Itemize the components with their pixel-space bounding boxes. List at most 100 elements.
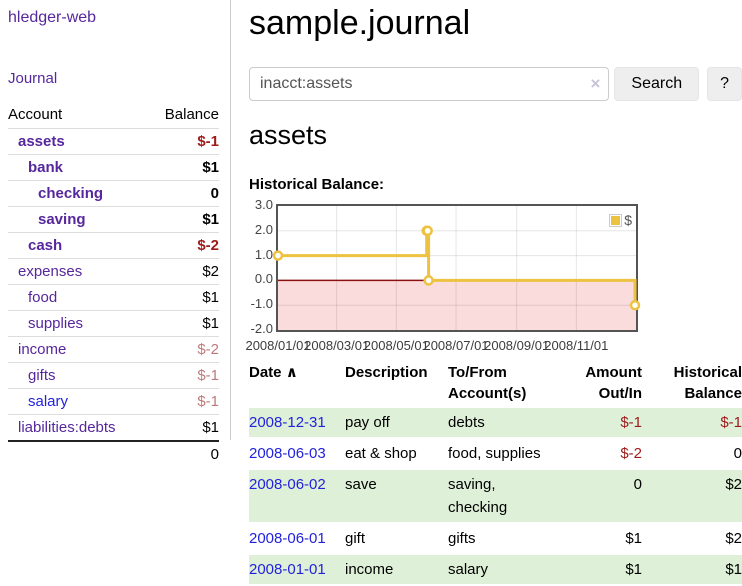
transaction-date-link[interactable]: 2008-06-03 — [249, 445, 326, 462]
register-header-balance: Historical Balance — [642, 360, 742, 406]
account-row: supplies $1 — [8, 311, 219, 337]
account-link[interactable]: bank — [28, 159, 63, 176]
transaction-amount: 0 — [558, 470, 642, 522]
x-axis-tick-label: 2008/03/01 — [304, 338, 369, 353]
account-link[interactable]: salary — [28, 393, 68, 410]
account-link[interactable]: cash — [28, 237, 62, 254]
transaction-description: income — [345, 555, 448, 584]
historical-balance-chart: $ 3.02.01.00.0-1.0-2.02008/01/012008/03/… — [249, 202, 742, 354]
x-axis-tick-label: 2008/01/01 — [245, 338, 310, 353]
account-link[interactable]: expenses — [18, 263, 82, 280]
chart-canvas — [278, 206, 636, 330]
register-row: 2008-12-31pay offdebts$-1$-1 — [249, 408, 742, 437]
register-header-date[interactable]: Date ∧ — [249, 360, 345, 406]
search-form: × Search ? — [249, 67, 742, 101]
account-link[interactable]: liabilities:debts — [18, 419, 116, 436]
transaction-date-link[interactable]: 2008-01-01 — [249, 561, 326, 578]
chart-label: Historical Balance: — [249, 176, 742, 193]
transaction-balance: 0 — [642, 439, 742, 468]
y-axis-tick-label: 3.0 — [249, 197, 273, 212]
account-row: gifts $-1 — [8, 363, 219, 389]
accounts-header-account: Account — [8, 102, 148, 129]
transaction-balance: $2 — [642, 524, 742, 553]
transaction-accounts: debts — [448, 408, 558, 437]
account-balance: $1 — [148, 311, 219, 337]
y-axis-tick-label: 2.0 — [249, 222, 273, 237]
accounts-header-balance: Balance — [148, 102, 219, 129]
transaction-amount: $1 — [558, 555, 642, 584]
register-row: 2008-06-01 giftgifts$1$2 — [249, 524, 742, 553]
transaction-balance: $2 — [642, 470, 742, 522]
y-axis-tick-label: -1.0 — [249, 296, 273, 311]
transaction-description: save — [345, 470, 448, 522]
accounts-total-row: 0 — [8, 441, 219, 467]
chart-plot-area: $ — [276, 204, 638, 332]
x-axis-tick-label: 2008/09/01 — [484, 338, 549, 353]
accounts-table: Account Balance assets $-1 bank $1 checking 0… — [8, 102, 219, 467]
register-header-amount: Amount Out/In — [558, 360, 642, 406]
y-axis-tick-label: -2.0 — [249, 321, 273, 336]
legend-swatch-icon — [609, 214, 622, 227]
account-balance: 0 — [148, 181, 219, 207]
account-row: food$1 — [8, 285, 219, 311]
account-row: income $-2 — [8, 337, 219, 363]
sidebar-item-journal[interactable]: Journal — [8, 70, 230, 87]
account-balance: $1 — [148, 155, 219, 181]
account-balance: $-1 — [148, 129, 219, 155]
search-button[interactable]: Search — [614, 67, 699, 101]
transaction-date-link[interactable]: 2008-06-01 — [249, 530, 326, 547]
transaction-amount: $-2 — [558, 439, 642, 468]
transaction-amount: $1 — [558, 524, 642, 553]
account-link[interactable]: assets — [18, 133, 65, 150]
transaction-date-link[interactable]: 2008-06-02 — [249, 476, 326, 493]
account-balance: $-2 — [148, 337, 219, 363]
transaction-description: pay off — [345, 408, 448, 437]
account-row: bank $1 — [8, 155, 219, 181]
transaction-accounts: salary — [448, 555, 558, 584]
main-content: sample.journal × Search ? assets Histori… — [249, 0, 742, 586]
chart-legend: $ — [609, 212, 632, 228]
account-balance: $2 — [148, 259, 219, 285]
transaction-balance: $-1 — [642, 408, 742, 437]
accounts-total-balance: 0 — [148, 441, 219, 467]
account-row: expenses $2 — [8, 259, 219, 285]
account-row: assets $-1 — [8, 129, 219, 155]
transaction-description: gift — [345, 524, 448, 553]
account-row: saving$1 — [8, 207, 219, 233]
y-axis-tick-label: 0.0 — [249, 271, 273, 286]
app-title-link[interactable]: hledger-web — [8, 9, 96, 27]
transaction-date-link[interactable]: 2008-12-31 — [249, 414, 326, 431]
sort-ascending-icon: ∧ — [286, 364, 298, 381]
page-title: sample.journal — [249, 4, 742, 43]
account-link[interactable]: supplies — [28, 315, 83, 332]
account-link[interactable]: checking — [38, 185, 103, 202]
account-balance: $-1 — [148, 363, 219, 389]
account-balance: $1 — [148, 415, 219, 442]
x-axis-tick-label: 2008/11/01 — [544, 338, 608, 353]
account-row: checking 0 — [8, 181, 219, 207]
account-balance: $-2 — [148, 233, 219, 259]
transaction-amount: $-1 — [558, 408, 642, 437]
transaction-accounts: food, supplies — [448, 439, 558, 468]
clear-search-icon[interactable]: × — [590, 74, 600, 94]
account-row: liabilities:debts $1 — [8, 415, 219, 442]
account-row: salary$-1 — [8, 389, 219, 415]
account-link[interactable]: income — [18, 341, 66, 358]
transaction-balance: $1 — [642, 555, 742, 584]
transaction-accounts: gifts — [448, 524, 558, 553]
transaction-description: eat & shop — [345, 439, 448, 468]
legend-label: $ — [624, 212, 632, 228]
account-link[interactable]: gifts — [28, 367, 56, 384]
account-link[interactable]: food — [28, 289, 57, 306]
search-input[interactable] — [249, 67, 609, 101]
account-row: cash $-2 — [8, 233, 219, 259]
x-axis-tick-label: 2008/05/01 — [364, 338, 429, 353]
help-button[interactable]: ? — [707, 67, 742, 101]
y-axis-tick-label: 1.0 — [249, 247, 273, 262]
register-header-description: Description — [345, 360, 448, 406]
x-axis-tick-label: 2008/07/01 — [423, 338, 488, 353]
register-row: 2008-06-03 eat & shopfood, supplies$-20 — [249, 439, 742, 468]
sidebar: hledger-web Journal Account Balance asse… — [0, 0, 231, 440]
account-title: assets — [249, 120, 742, 151]
account-link[interactable]: saving — [38, 211, 86, 228]
